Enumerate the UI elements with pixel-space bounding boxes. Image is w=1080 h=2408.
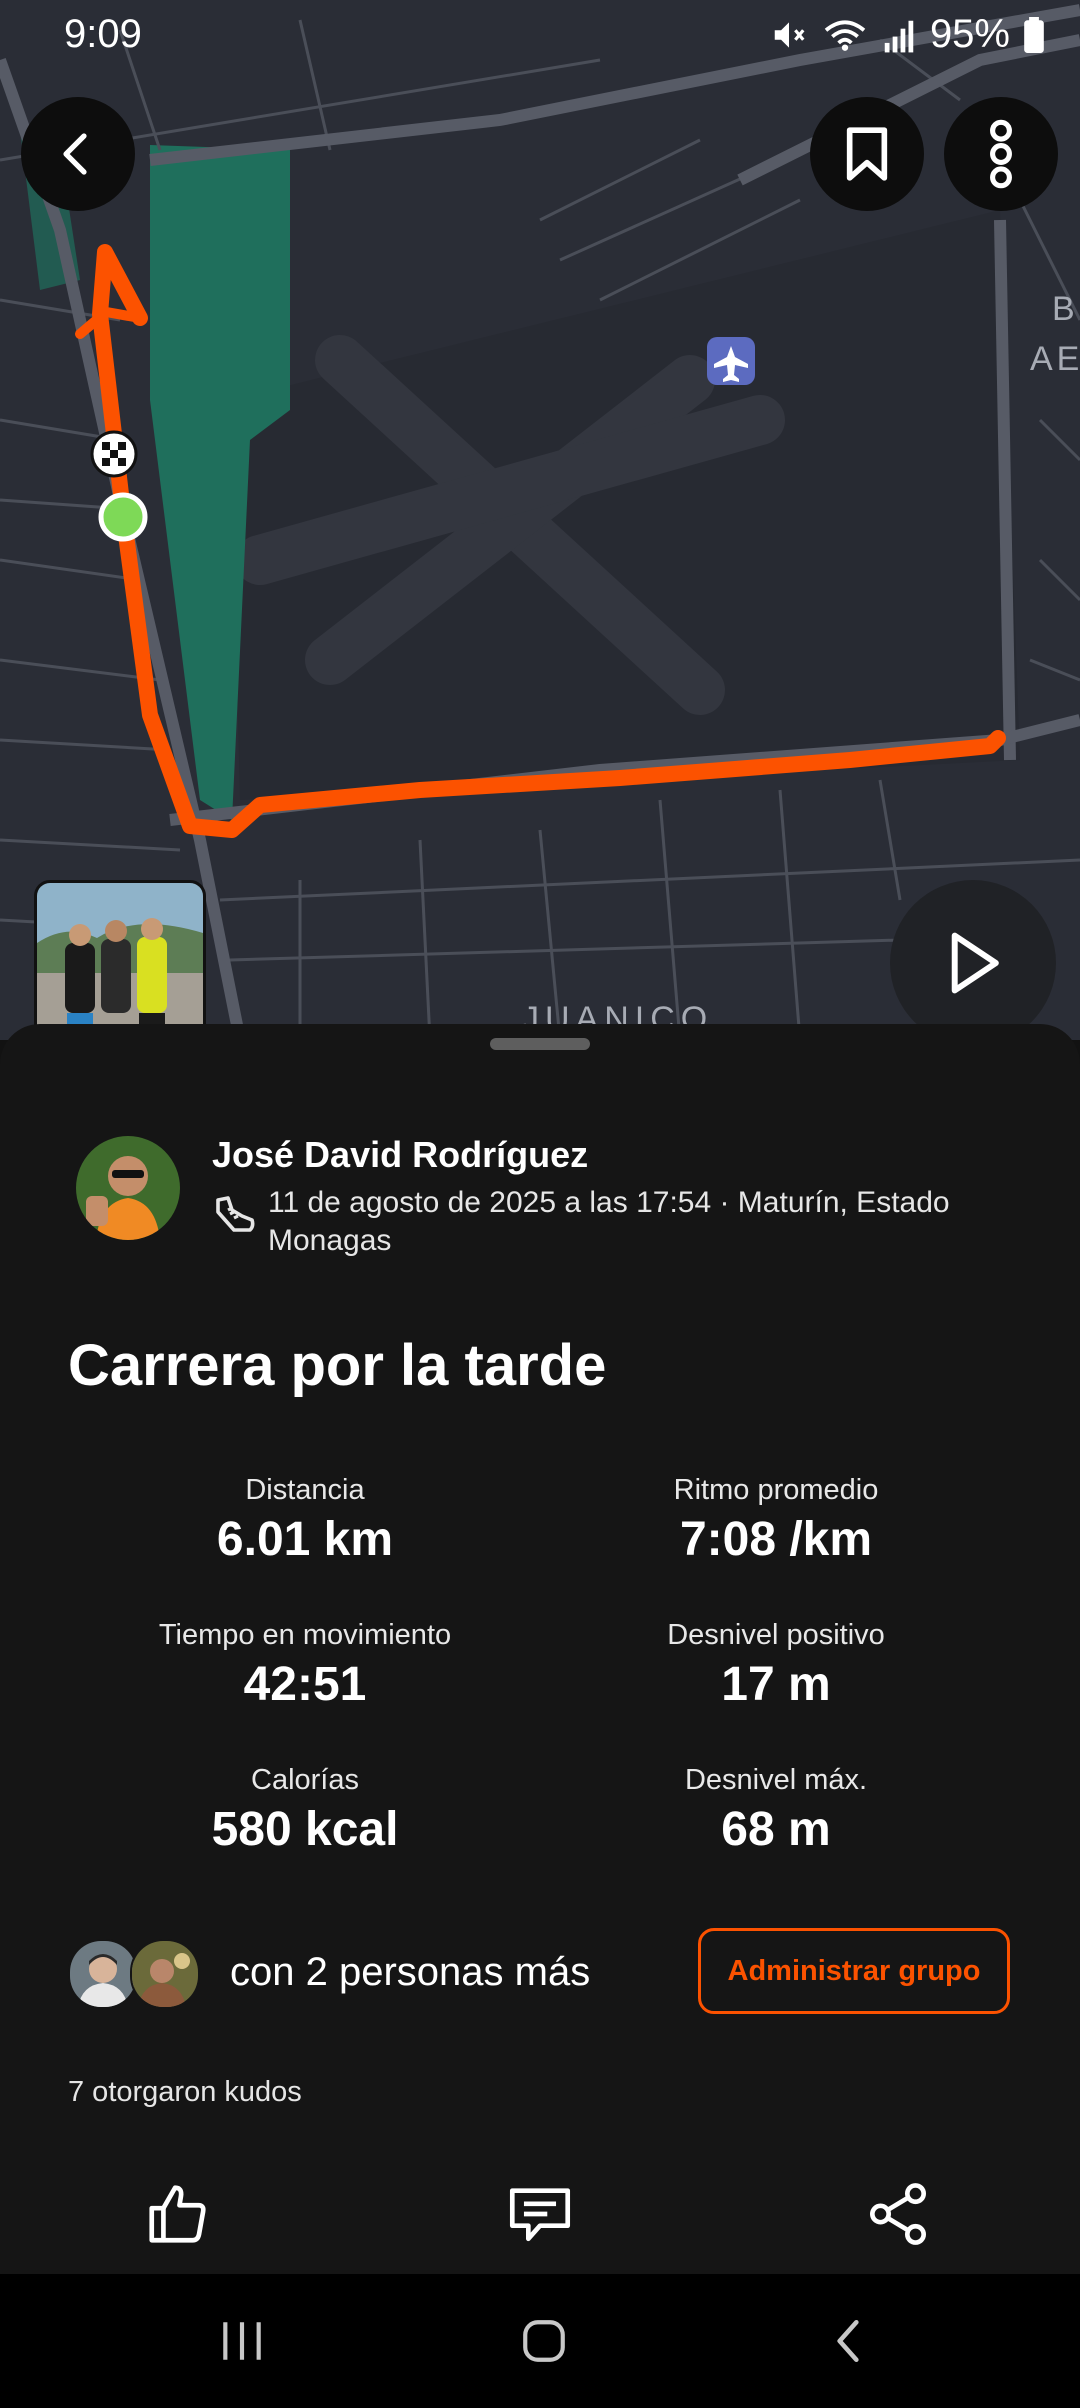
status-time: 9:09	[64, 12, 142, 56]
system-nav-bar	[0, 2274, 1080, 2408]
signal-icon	[884, 20, 914, 52]
group-avatar	[68, 1939, 138, 2009]
back-button[interactable]	[21, 97, 135, 211]
stat-max-elevation: Desnivel máx. 68 m	[541, 1762, 1011, 1858]
start-marker-icon	[98, 492, 148, 542]
map-label-b: B	[1052, 290, 1079, 328]
status-bar: 9:09 95%	[0, 0, 1080, 72]
activity-photo-thumbnail[interactable]	[34, 880, 206, 1040]
stat-value: 17 m	[721, 1658, 831, 1711]
photo-image	[37, 883, 203, 1040]
stat-label: Distancia	[245, 1474, 365, 1506]
share-icon	[870, 2183, 926, 2245]
system-back-button[interactable]	[798, 2304, 898, 2378]
airport-zone	[230, 210, 1020, 800]
stat-value: 42:51	[243, 1658, 367, 1711]
back-icon	[63, 133, 87, 175]
recents-button[interactable]	[192, 2304, 292, 2378]
activity-title: Carrera por la tarde	[68, 1333, 607, 1398]
bookmark-icon	[846, 127, 888, 181]
stat-value: 580 kcal	[211, 1803, 399, 1856]
wifi-icon	[824, 19, 866, 51]
comment-icon	[509, 2188, 571, 2242]
stat-label: Desnivel máx.	[684, 1764, 868, 1796]
stat-pace: Ritmo promedio 7:08 /km	[541, 1472, 1011, 1568]
thumbs-up-icon	[149, 2185, 206, 2243]
bookmark-button[interactable]	[810, 97, 924, 211]
battery-percent: 95%	[929, 12, 1010, 56]
play-route-button[interactable]	[890, 880, 1056, 1046]
athlete-name[interactable]: José David Rodríguez	[212, 1134, 588, 1176]
mute-icon	[774, 21, 805, 48]
home-button[interactable]	[494, 2304, 594, 2378]
airport-icon	[707, 337, 755, 385]
comment-button[interactable]	[490, 2174, 590, 2254]
kudos-count[interactable]: 7 otorgaron kudos	[68, 2076, 302, 2109]
stat-calories: Calorías 580 kcal	[70, 1762, 540, 1858]
group-avatar	[130, 1939, 200, 2009]
stat-moving-time: Tiempo en movimiento 42:51	[70, 1617, 540, 1713]
map-label-ae: AE	[1030, 340, 1080, 378]
share-button[interactable]	[848, 2174, 948, 2254]
home-icon	[523, 2320, 565, 2362]
stat-elevation-gain: Desnivel positivo 17 m	[541, 1617, 1011, 1713]
stat-label: Calorías	[251, 1764, 359, 1796]
run-shoe-icon	[216, 1196, 255, 1232]
stat-label: Tiempo en movimiento	[158, 1619, 452, 1651]
more-options-button[interactable]	[944, 97, 1058, 211]
manage-group-button[interactable]: Administrar grupo	[698, 1928, 1010, 2014]
battery-icon	[1024, 16, 1044, 53]
more-icon	[990, 119, 1012, 189]
recents-icon	[223, 2322, 261, 2360]
stat-distance: Distancia 6.01 km	[70, 1472, 540, 1568]
system-back-icon	[837, 2319, 859, 2363]
stat-value: 68 m	[721, 1803, 831, 1856]
group-avatar-image-2	[132, 1941, 198, 2007]
stat-label: Desnivel positivo	[667, 1619, 885, 1651]
group-avatars[interactable]	[68, 1939, 200, 2009]
group-members-text[interactable]: con 2 personas más	[230, 1950, 590, 1995]
stat-value: 6.01 km	[216, 1513, 394, 1566]
activity-date-location: 11 de agosto de 2025 a las 17:54 · Matur…	[268, 1186, 950, 1257]
play-icon	[951, 932, 999, 994]
avatar-image	[76, 1136, 180, 1240]
finish-flag-icon	[90, 430, 138, 478]
athlete-avatar[interactable]	[76, 1136, 180, 1240]
sheet-drag-handle[interactable]	[490, 1038, 590, 1050]
group-avatar-image-1	[70, 1941, 136, 2007]
stat-value: 7:08 /km	[679, 1513, 873, 1566]
status-icons: 95%	[770, 12, 1044, 57]
activity-detail-sheet: José David Rodríguez 11 de agosto de 202…	[0, 1024, 1080, 2274]
kudos-button[interactable]	[128, 2174, 228, 2254]
stat-label: Ritmo promedio	[673, 1474, 879, 1506]
